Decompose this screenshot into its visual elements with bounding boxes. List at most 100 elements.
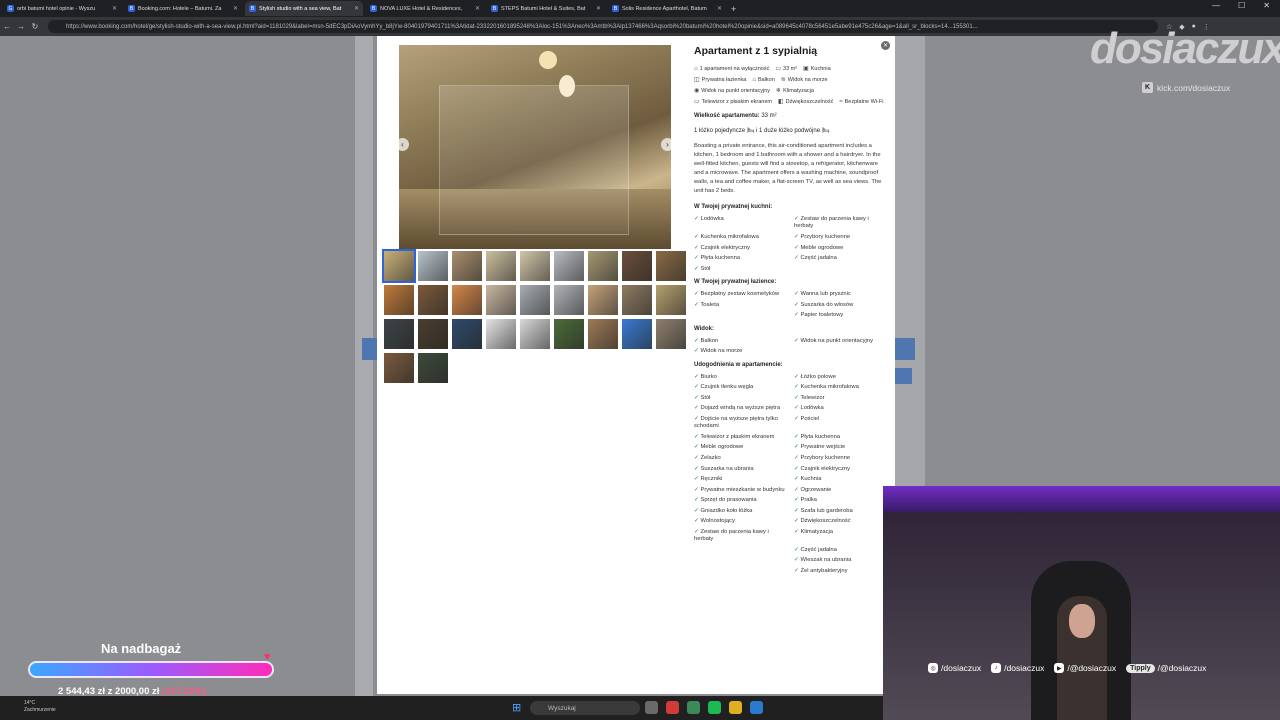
browser-tab-active[interactable]: B Stylish studio with a sea view, Bat ✕ — [245, 1, 363, 16]
browser-tab[interactable]: B Booking.com: Hotele – Batumi. Za ✕ — [124, 1, 242, 16]
close-tab-icon[interactable]: ✕ — [233, 5, 238, 12]
photo-thumbnail[interactable] — [452, 319, 482, 349]
instagram-icon: ◎ — [928, 663, 938, 673]
photo-thumbnail[interactable] — [452, 251, 482, 281]
prev-photo-icon[interactable]: ‹ — [399, 138, 409, 151]
amenity-item: Meble ogrodowe — [794, 245, 886, 253]
new-tab-icon[interactable]: + — [731, 4, 736, 14]
amenity-item: Czajnik elektryczny — [694, 245, 786, 253]
back-icon[interactable]: ← — [0, 22, 14, 31]
photo-thumbnail[interactable] — [588, 251, 618, 281]
app-icon[interactable] — [666, 701, 679, 714]
edge-icon[interactable] — [750, 701, 763, 714]
amenity-item: Kuchenka mikrofalowa — [794, 384, 886, 392]
photo-thumbnail[interactable] — [656, 285, 686, 315]
room-info-panel: Apartament z 1 sypialnią ⌂ 1 apartament n… — [694, 45, 886, 581]
feature-item: ▣ Kuchnia — [803, 65, 831, 73]
tv-icon: ▭ — [694, 99, 700, 105]
photo-thumbnail[interactable] — [622, 251, 652, 281]
photo-thumbnail[interactable] — [588, 285, 618, 315]
google-icon: G — [7, 5, 14, 12]
photo-thumbnail[interactable] — [418, 251, 448, 281]
close-tab-icon[interactable]: ✕ — [475, 5, 480, 12]
amenity-item: Toaleta — [694, 302, 786, 310]
chrome-icon[interactable] — [729, 701, 742, 714]
spotify-icon[interactable] — [708, 701, 721, 714]
browser-tab-bar: Gorbi batumi hotel opinie - Wyszu ✕ B Book… — [0, 0, 1280, 17]
photo-thumbnail[interactable] — [622, 285, 652, 315]
photo-thumbnail[interactable] — [554, 319, 584, 349]
amenity-item: Wanna lub prysznic — [794, 291, 886, 299]
photo-thumbnail[interactable] — [418, 353, 448, 383]
apartment-icon: ⌂ — [694, 65, 698, 72]
photo-thumbnail[interactable] — [486, 319, 516, 349]
photo-thumbnail[interactable] — [418, 319, 448, 349]
forward-icon[interactable]: → — [14, 22, 28, 31]
tiktok-icon: ♪ — [991, 663, 1002, 673]
soundproof-icon: ◧ — [777, 99, 784, 105]
taskbar-apps — [645, 701, 763, 714]
minimize-icon[interactable]: — — [1212, 1, 1220, 10]
photo-thumbnail[interactable] — [486, 251, 516, 281]
weather-widget[interactable]: 14°C Zachmurzenie — [24, 700, 56, 713]
feature-item: ▭ Telewizor z płaskim ekranem — [694, 98, 772, 106]
reload-icon[interactable]: ↻ — [28, 22, 42, 31]
maximize-icon[interactable]: ☐ — [1238, 1, 1245, 10]
amenity-item: Ogrzewanie — [794, 487, 886, 495]
amenity-item: Stół — [694, 395, 786, 403]
url-field[interactable]: https://www.booking.com/hotel/ge/stylish… — [48, 20, 1158, 33]
photo-thumbnail[interactable] — [418, 285, 448, 315]
browser-tab[interactable]: Gorbi batumi hotel opinie - Wyszu ✕ — [3, 1, 121, 16]
taskbar-search[interactable]: Wyszukaj — [530, 701, 640, 715]
photo-thumbnail[interactable] — [622, 319, 652, 349]
landmark-icon: ◉ — [694, 88, 700, 94]
close-tab-icon[interactable]: ✕ — [596, 5, 601, 12]
photo-thumbnail[interactable] — [384, 319, 414, 349]
photo-thumbnail[interactable] — [382, 249, 416, 283]
photo-thumbnail[interactable] — [486, 285, 516, 315]
social-instagram: ◎/dosiaczux — [928, 663, 981, 673]
browser-tab[interactable]: B STEPS Batumi Hotel & Suites, Bat ✕ — [487, 1, 605, 16]
close-tab-icon[interactable]: ✕ — [112, 5, 117, 12]
kitchen-icon: ▣ — [803, 66, 809, 72]
amenity-item: Dojście na wyższe piętra tylko schodami — [694, 416, 786, 431]
amenity-item: Dojazd windą na wyższe piętra — [694, 405, 786, 413]
close-tab-icon[interactable]: ✕ — [354, 5, 359, 12]
photo-thumbnail[interactable] — [452, 285, 482, 315]
youtube-icon: ▶ — [1054, 663, 1065, 673]
photo-thumbnail[interactable] — [520, 285, 550, 315]
amenity-item: Przybory kuchenne — [794, 234, 886, 242]
photo-thumbnail[interactable] — [588, 319, 618, 349]
photo-thumbnail[interactable] — [520, 251, 550, 281]
photo-thumbnail[interactable] — [554, 285, 584, 315]
amenity-item: Kuchnia — [794, 476, 886, 484]
photo-thumbnail[interactable] — [554, 251, 584, 281]
close-tab-icon[interactable]: ✕ — [717, 5, 722, 12]
app-icon[interactable] — [687, 701, 700, 714]
amenity-item: Lodówka — [694, 216, 786, 231]
close-window-icon[interactable]: ✕ — [1263, 1, 1270, 10]
browser-tab[interactable]: B NOVA LUXE Hotel & Residences, ✕ — [366, 1, 484, 16]
photo-thumbnail[interactable] — [656, 319, 686, 349]
photo-lamp — [559, 75, 575, 97]
booking-icon: B — [612, 5, 619, 12]
photo-lamp — [539, 51, 557, 69]
main-room-photo[interactable]: ‹ › — [399, 45, 671, 249]
amenity-item: Bezpłatny zestaw kosmetyków — [694, 291, 786, 299]
photo-thumbnail[interactable] — [520, 319, 550, 349]
balcony-icon: ⌂ — [752, 76, 756, 83]
photo-thumbnail[interactable] — [384, 353, 414, 383]
tipply-badge: Tipply — [1126, 663, 1155, 673]
amenity-list: Bezpłatny zestaw kosmetyków Wanna lub pry… — [694, 291, 886, 320]
amenity-item: Pościel — [794, 416, 886, 431]
browser-tab[interactable]: B Solis Residence Aparthotel, Batum ✕ — [608, 1, 726, 16]
next-photo-icon[interactable]: › — [661, 138, 671, 151]
photo-thumbnail[interactable] — [656, 251, 686, 281]
photo-thumbnail[interactable] — [384, 285, 414, 315]
wifi-icon: ≈ — [839, 98, 843, 105]
windows-start-icon[interactable]: ⊞ — [512, 703, 523, 714]
feature-item: ≋ Widok na morze — [780, 76, 828, 84]
room-description: Boasting a private entrance, this air-co… — [694, 143, 882, 194]
feature-item: ◉ Widok na punkt orientacyjny — [694, 87, 771, 95]
task-view-icon[interactable] — [645, 701, 658, 714]
